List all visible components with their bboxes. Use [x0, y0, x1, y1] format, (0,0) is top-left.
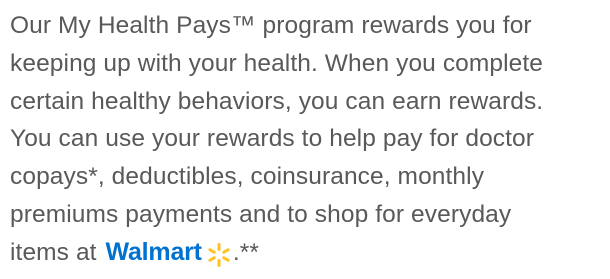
paragraph-line-4: You can use your rewards to help pay for…: [10, 125, 535, 153]
footnote-suffix: .**: [232, 238, 259, 266]
rewards-paragraph: Our My Health Pays™ program rewards you …: [10, 7, 610, 272]
items-at-text: items at: [10, 238, 97, 266]
paragraph-line-2: keeping up with your health. When you co…: [10, 49, 544, 77]
walmart-spark-icon: [206, 242, 232, 268]
paragraph-line-1: Our My Health Pays™ program rewards you …: [10, 12, 532, 39]
paragraph-line-5: copays*, deductibles, coinsurance, month…: [10, 163, 485, 191]
paragraph-line-6: premiums payments and to shop for everyd…: [10, 200, 512, 228]
rewards-description: Our My Health Pays™ program rewards you …: [0, 0, 610, 276]
walmart-logo: Walmart: [106, 234, 232, 272]
walmart-logo-word: Walmart: [105, 237, 203, 266]
paragraph-line-7: items at Walmart .**: [10, 234, 610, 272]
paragraph-line-3: certain healthy behaviors, you can earn …: [10, 87, 544, 115]
